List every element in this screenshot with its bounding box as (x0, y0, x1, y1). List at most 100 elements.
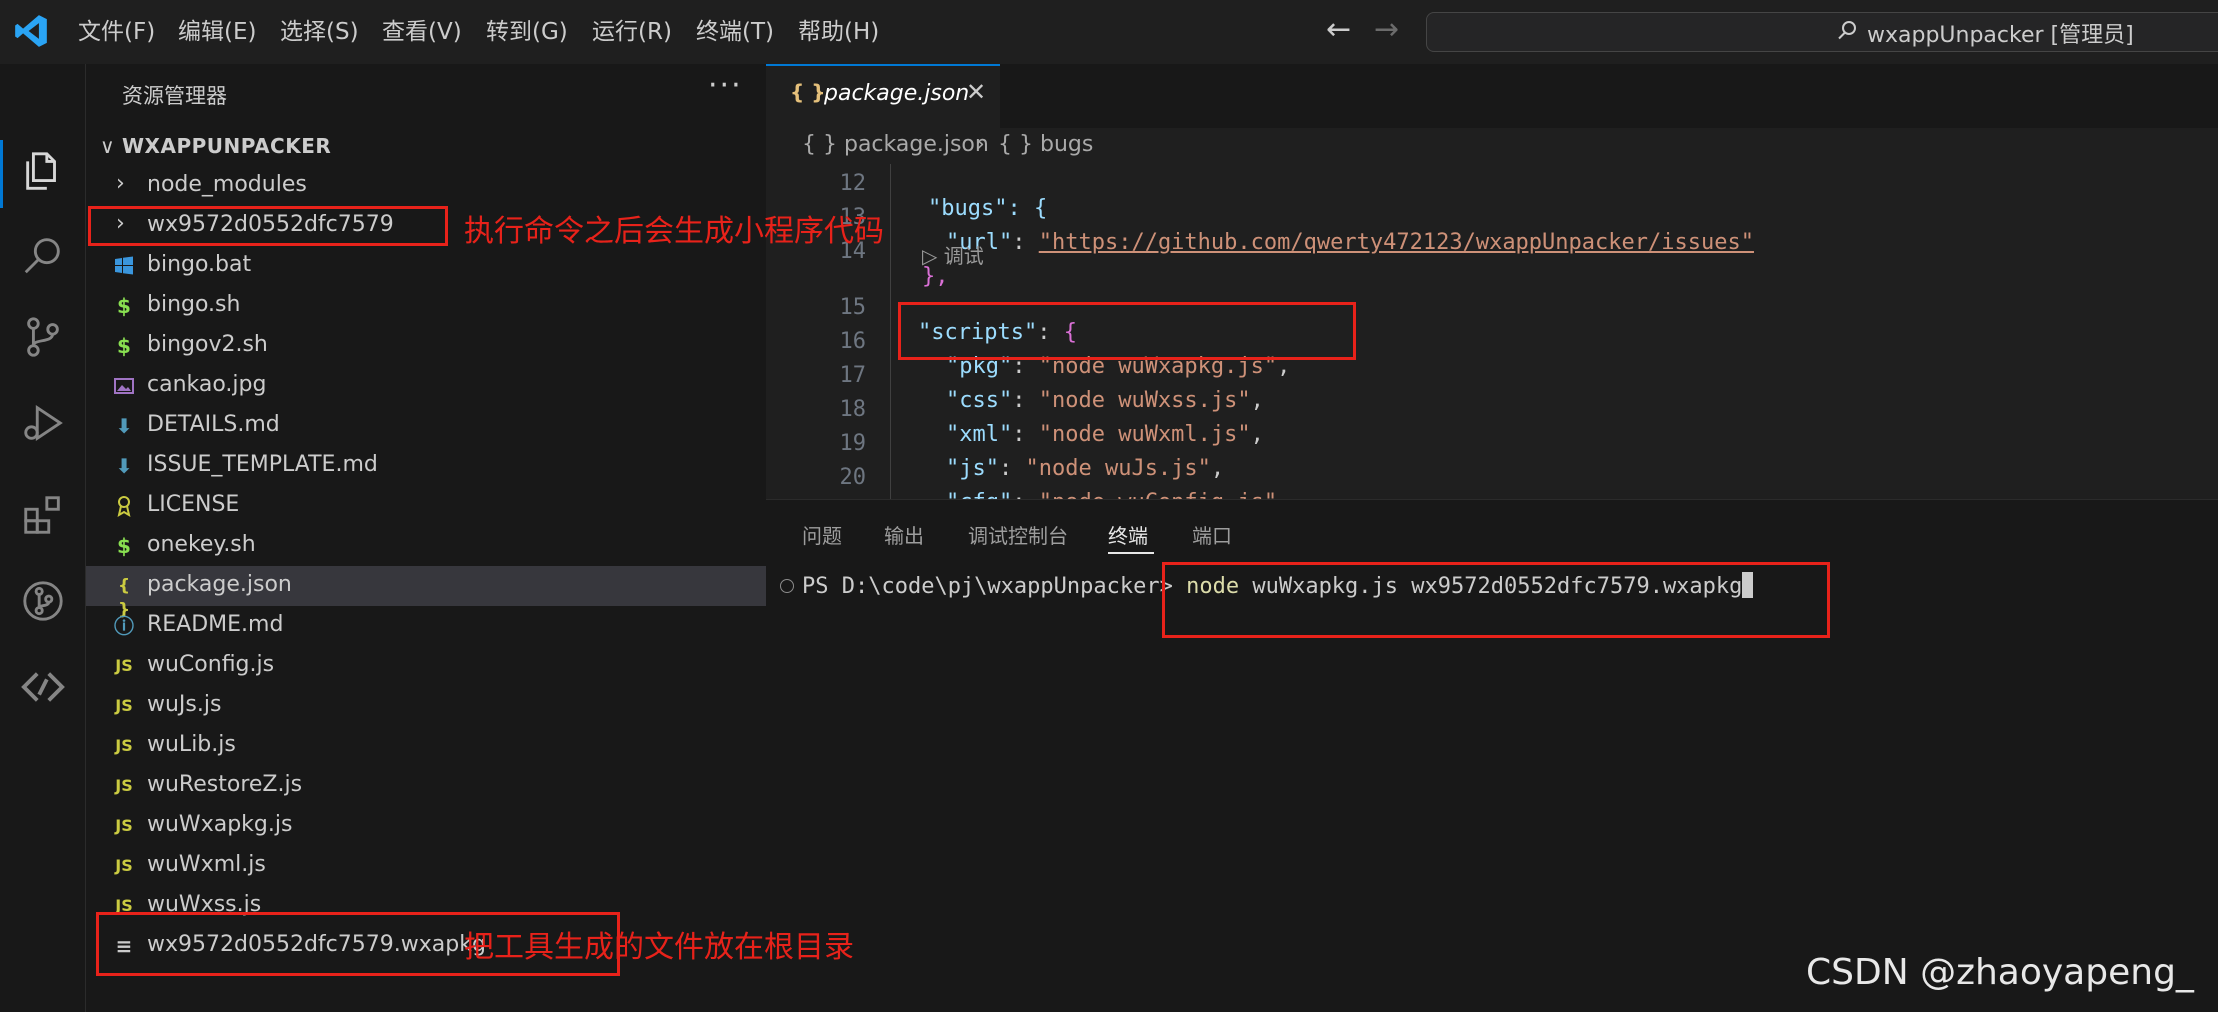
remote-explorer-icon[interactable] (20, 664, 66, 710)
tree-file-wuwxml-js[interactable]: JS wuWxml.js (86, 846, 766, 886)
sidebar-title: 资源管理器 (122, 84, 227, 108)
search-icon[interactable] (20, 232, 66, 278)
menu-go[interactable]: 转到(G) (486, 0, 568, 64)
menu-terminal[interactable]: 终端(T) (696, 0, 774, 64)
tree-item-label: ISSUE_TEMPLATE.md (147, 452, 378, 477)
workspace-root-label: WXAPPUNPACKER (122, 134, 332, 158)
tree-file-wuconfig-js[interactable]: JS wuConfig.js (86, 646, 766, 686)
tree-item-label: wuRestoreZ.js (147, 772, 303, 797)
json-icon: { } (790, 80, 826, 104)
tree-file-onekey-sh[interactable]: $ onekey.sh (86, 526, 766, 566)
explorer-icon[interactable] (20, 148, 66, 194)
code-line-21: 21 }, (766, 474, 2218, 499)
chevron-right-icon: › (116, 171, 125, 196)
tab-debug-console[interactable]: 调试控制台 (968, 520, 1068, 549)
tree-item-label: wuWxapkg.js (147, 812, 293, 837)
run-debug-icon[interactable] (20, 400, 66, 446)
command-center-title: wxappUnpacker [管理员] (1867, 23, 2134, 48)
search-icon (1838, 21, 1856, 40)
code-line-12: 12 "bugs": { (766, 164, 2218, 221)
codelens-debug[interactable]: ▷ 调试 (922, 240, 984, 269)
dollar-icon: $ (117, 334, 131, 358)
tree-file-wuwxapkg-js[interactable]: JS wuWxapkg.js (86, 806, 766, 846)
menu-help[interactable]: 帮助(H) (798, 0, 879, 64)
annotation-box-pkg-script (898, 302, 1356, 360)
license-icon (117, 496, 131, 518)
tree-item-label: bingov2.sh (147, 332, 268, 357)
more-actions-icon[interactable]: ··· (708, 68, 743, 103)
tree-file-wujs-js[interactable]: JS wuJs.js (86, 686, 766, 726)
js-icon: JS (115, 856, 133, 875)
annotation-box-terminal-command (1162, 562, 1830, 638)
menu-view[interactable]: 查看(V) (382, 0, 462, 64)
tree-file-bingo-sh[interactable]: $ bingo.sh (86, 286, 766, 326)
tab-package-json[interactable]: { } package.json ✕ (766, 64, 1000, 128)
chevron-down-icon: ∨ (100, 134, 115, 158)
tree-item-label: bingo.sh (147, 292, 241, 317)
tree-file-bingo-bat[interactable]: bingo.bat (86, 246, 766, 286)
tree-file-package-json[interactable]: { } package.json (86, 566, 766, 620)
dollar-icon: $ (117, 294, 131, 318)
tree-item-label: wuJs.js (147, 692, 222, 717)
annotation-folder-note: 执行命令之后会生成小程序代码 (464, 214, 884, 249)
tree-item-label: LICENSE (147, 492, 240, 517)
breadcrumb: { } package.json › { } bugs (766, 128, 2218, 164)
command-center[interactable]: wxappUnpacker [管理员] (1426, 12, 2218, 52)
command-decoration-icon (780, 579, 794, 593)
tree-item-label: onekey.sh (147, 532, 256, 557)
csdn-watermark: CSDN @zhaoyapeng_ (1806, 952, 2194, 993)
tab-problems[interactable]: 问题 (802, 520, 842, 549)
menu-selection[interactable]: 选择(S) (280, 0, 359, 64)
editor-area: { } package.json ✕ { } package.json › { … (766, 64, 2218, 499)
code-line-18: 18 "xml": "node wuWxml.js", (766, 372, 2218, 447)
windows-icon (115, 256, 133, 275)
git-graph-icon[interactable] (20, 578, 66, 624)
tree-file-bingov2-sh[interactable]: $ bingov2.sh (86, 326, 766, 366)
close-icon[interactable]: ✕ (966, 78, 986, 106)
active-indicator (0, 140, 3, 208)
title-bar: 文件(F) 编辑(E) 选择(S) 查看(V) 转到(G) 运行(R) 终端(T… (0, 0, 2218, 64)
code-line-13: 13 "url": "https://github.com/qwerty4721… (766, 180, 2218, 255)
menu-edit[interactable]: 编辑(E) (178, 0, 256, 64)
tab-ports[interactable]: 端口 (1192, 520, 1232, 549)
tree-folder-node-modules[interactable]: › node_modules (86, 166, 766, 206)
tree-item-label: wuConfig.js (147, 652, 275, 677)
annotation-box-folder (88, 206, 448, 246)
json-icon: { } (117, 576, 131, 620)
menu-file[interactable]: 文件(F) (78, 0, 155, 64)
breadcrumb-symbol[interactable]: { } bugs (998, 132, 1093, 157)
image-icon (114, 378, 134, 394)
js-icon: JS (115, 696, 133, 715)
tree-item-label: bingo.bat (147, 252, 252, 277)
tree-file-readme-md[interactable]: ⓘ README.md (86, 606, 766, 646)
vscode-logo-icon[interactable] (12, 12, 50, 50)
breadcrumb-file[interactable]: { } package.json (802, 132, 989, 157)
annotation-file-note: 把工具生成的文件放在根目录 (464, 930, 854, 965)
tree-file-license[interactable]: LICENSE (86, 486, 766, 526)
tree-item-label: README.md (147, 612, 284, 637)
tree-item-label: cankao.jpg (147, 372, 267, 397)
menu-run[interactable]: 运行(R) (592, 0, 672, 64)
activity-bar (0, 64, 86, 1012)
tree-item-label: wuLib.js (147, 732, 236, 757)
tree-file-wulib-js[interactable]: JS wuLib.js (86, 726, 766, 766)
code-line-14: 14 }, (766, 214, 2218, 289)
source-control-icon[interactable] (20, 314, 66, 360)
tree-item-label: DETAILS.md (147, 412, 280, 437)
extensions-icon[interactable] (20, 492, 66, 538)
editor-tabs: { } package.json ✕ (766, 64, 2218, 128)
tab-terminal[interactable]: 终端 (1108, 520, 1148, 549)
workspace-root[interactable]: ∨ WXAPPUNPACKER (86, 126, 766, 166)
tree-item-label: package.json (147, 572, 292, 597)
tree-file-details-md[interactable]: ⬇ DETAILS.md (86, 406, 766, 446)
tree-file-issue-template-md[interactable]: ⬇ ISSUE_TEMPLATE.md (86, 446, 766, 486)
js-icon: JS (115, 656, 133, 675)
tree-file-cankao-jpg[interactable]: cankao.jpg (86, 366, 766, 406)
tab-label: package.json (824, 81, 970, 106)
js-icon: JS (115, 776, 133, 795)
tab-output[interactable]: 输出 (884, 520, 924, 549)
nav-back-button[interactable]: ← (1326, 12, 1351, 47)
tree-item-label: wuWxml.js (147, 852, 266, 877)
tree-file-wurestorez-js[interactable]: JS wuRestoreZ.js (86, 766, 766, 806)
nav-forward-button[interactable]: → (1374, 12, 1399, 47)
